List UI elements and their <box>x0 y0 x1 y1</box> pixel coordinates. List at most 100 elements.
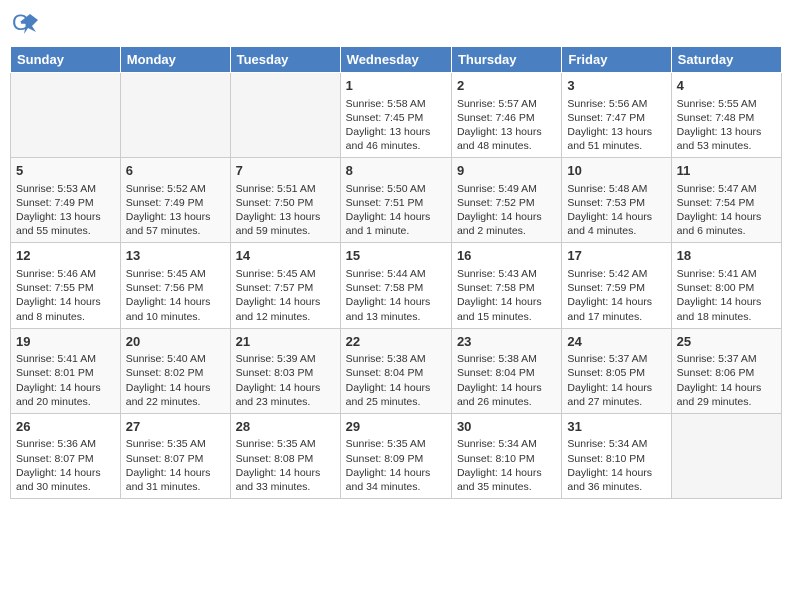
day-info-line: Sunrise: 5:39 AM <box>236 352 335 366</box>
day-number: 24 <box>567 333 665 351</box>
day-number: 7 <box>236 162 335 180</box>
day-info-line: Daylight: 14 hours <box>677 295 776 309</box>
calendar-cell: 29Sunrise: 5:35 AMSunset: 8:09 PMDayligh… <box>340 413 451 498</box>
page-header: G <box>10 10 782 38</box>
day-info-line: Sunrise: 5:44 AM <box>346 267 446 281</box>
day-number: 15 <box>346 247 446 265</box>
day-info-line: Sunset: 8:04 PM <box>457 366 556 380</box>
day-number: 23 <box>457 333 556 351</box>
day-info-line: Daylight: 14 hours <box>677 381 776 395</box>
day-info-line: Daylight: 14 hours <box>567 466 665 480</box>
day-number: 21 <box>236 333 335 351</box>
day-info-line: and 36 minutes. <box>567 480 665 494</box>
day-info-line: Daylight: 13 hours <box>677 125 776 139</box>
weekday-header: Tuesday <box>230 47 340 73</box>
day-info-line: Sunset: 8:08 PM <box>236 452 335 466</box>
calendar-cell <box>120 73 230 158</box>
day-info-line: Sunset: 7:55 PM <box>16 281 115 295</box>
day-number: 12 <box>16 247 115 265</box>
weekday-header: Thursday <box>451 47 561 73</box>
day-info-line: Sunrise: 5:48 AM <box>567 182 665 196</box>
day-info-line: and 13 minutes. <box>346 310 446 324</box>
day-info-line: Daylight: 14 hours <box>346 381 446 395</box>
day-number: 2 <box>457 77 556 95</box>
weekday-header: Sunday <box>11 47 121 73</box>
day-info-line: Daylight: 14 hours <box>677 210 776 224</box>
calendar-cell: 15Sunrise: 5:44 AMSunset: 7:58 PMDayligh… <box>340 243 451 328</box>
day-info-line: Sunrise: 5:38 AM <box>346 352 446 366</box>
day-number: 19 <box>16 333 115 351</box>
day-info-line: and 59 minutes. <box>236 224 335 238</box>
day-info-line: Daylight: 14 hours <box>567 295 665 309</box>
day-number: 25 <box>677 333 776 351</box>
day-number: 28 <box>236 418 335 436</box>
day-info-line: and 12 minutes. <box>236 310 335 324</box>
day-info-line: Sunset: 7:56 PM <box>126 281 225 295</box>
day-info-line: Sunrise: 5:38 AM <box>457 352 556 366</box>
day-info-line: Sunrise: 5:40 AM <box>126 352 225 366</box>
day-info-line: and 20 minutes. <box>16 395 115 409</box>
day-info-line: and 23 minutes. <box>236 395 335 409</box>
day-info-line: Daylight: 13 hours <box>236 210 335 224</box>
day-info-line: Daylight: 14 hours <box>126 381 225 395</box>
day-info-line: Sunrise: 5:37 AM <box>567 352 665 366</box>
day-info-line: Sunrise: 5:35 AM <box>346 437 446 451</box>
day-info-line: and 17 minutes. <box>567 310 665 324</box>
calendar-cell: 6Sunrise: 5:52 AMSunset: 7:49 PMDaylight… <box>120 158 230 243</box>
day-info-line: and 29 minutes. <box>677 395 776 409</box>
day-info-line: and 18 minutes. <box>677 310 776 324</box>
day-info-line: Sunset: 7:50 PM <box>236 196 335 210</box>
day-info-line: and 2 minutes. <box>457 224 556 238</box>
calendar-cell <box>11 73 121 158</box>
day-number: 9 <box>457 162 556 180</box>
day-info-line: and 6 minutes. <box>677 224 776 238</box>
day-info-line: Daylight: 14 hours <box>236 295 335 309</box>
weekday-header: Friday <box>562 47 671 73</box>
calendar-cell: 18Sunrise: 5:41 AMSunset: 8:00 PMDayligh… <box>671 243 781 328</box>
day-info-line: Sunrise: 5:41 AM <box>16 352 115 366</box>
day-info-line: and 33 minutes. <box>236 480 335 494</box>
day-info-line: Sunrise: 5:35 AM <box>126 437 225 451</box>
day-info-line: Sunset: 7:52 PM <box>457 196 556 210</box>
day-info-line: and 57 minutes. <box>126 224 225 238</box>
day-info-line: Sunrise: 5:37 AM <box>677 352 776 366</box>
day-info-line: Daylight: 13 hours <box>567 125 665 139</box>
day-info-line: Sunrise: 5:55 AM <box>677 97 776 111</box>
calendar-cell: 10Sunrise: 5:48 AMSunset: 7:53 PMDayligh… <box>562 158 671 243</box>
day-info-line: Sunset: 7:57 PM <box>236 281 335 295</box>
day-number: 5 <box>16 162 115 180</box>
calendar-cell: 24Sunrise: 5:37 AMSunset: 8:05 PMDayligh… <box>562 328 671 413</box>
day-info-line: Daylight: 14 hours <box>457 466 556 480</box>
calendar-cell: 3Sunrise: 5:56 AMSunset: 7:47 PMDaylight… <box>562 73 671 158</box>
day-info-line: Sunrise: 5:46 AM <box>16 267 115 281</box>
day-number: 4 <box>677 77 776 95</box>
day-info-line: Sunset: 7:53 PM <box>567 196 665 210</box>
calendar-cell: 25Sunrise: 5:37 AMSunset: 8:06 PMDayligh… <box>671 328 781 413</box>
calendar-cell: 12Sunrise: 5:46 AMSunset: 7:55 PMDayligh… <box>11 243 121 328</box>
calendar-cell: 23Sunrise: 5:38 AMSunset: 8:04 PMDayligh… <box>451 328 561 413</box>
day-number: 18 <box>677 247 776 265</box>
day-info-line: Sunset: 8:07 PM <box>126 452 225 466</box>
day-info-line: Sunrise: 5:36 AM <box>16 437 115 451</box>
calendar-week-row: 1Sunrise: 5:58 AMSunset: 7:45 PMDaylight… <box>11 73 782 158</box>
day-number: 11 <box>677 162 776 180</box>
day-info-line: Daylight: 14 hours <box>126 466 225 480</box>
day-info-line: and 27 minutes. <box>567 395 665 409</box>
weekday-header-row: SundayMondayTuesdayWednesdayThursdayFrid… <box>11 47 782 73</box>
calendar-cell: 17Sunrise: 5:42 AMSunset: 7:59 PMDayligh… <box>562 243 671 328</box>
day-info-line: Sunrise: 5:35 AM <box>236 437 335 451</box>
day-info-line: and 15 minutes. <box>457 310 556 324</box>
day-info-line: Sunset: 8:09 PM <box>346 452 446 466</box>
calendar-cell: 21Sunrise: 5:39 AMSunset: 8:03 PMDayligh… <box>230 328 340 413</box>
day-info-line: Sunset: 8:05 PM <box>567 366 665 380</box>
calendar-cell <box>671 413 781 498</box>
day-info-line: and 48 minutes. <box>457 139 556 153</box>
day-number: 6 <box>126 162 225 180</box>
calendar-cell: 19Sunrise: 5:41 AMSunset: 8:01 PMDayligh… <box>11 328 121 413</box>
day-info-line: Sunrise: 5:57 AM <box>457 97 556 111</box>
day-info-line: Daylight: 14 hours <box>16 466 115 480</box>
day-info-line: Sunset: 8:03 PM <box>236 366 335 380</box>
day-info-line: Sunset: 7:49 PM <box>16 196 115 210</box>
logo: G <box>10 10 42 38</box>
day-info-line: Sunrise: 5:52 AM <box>126 182 225 196</box>
